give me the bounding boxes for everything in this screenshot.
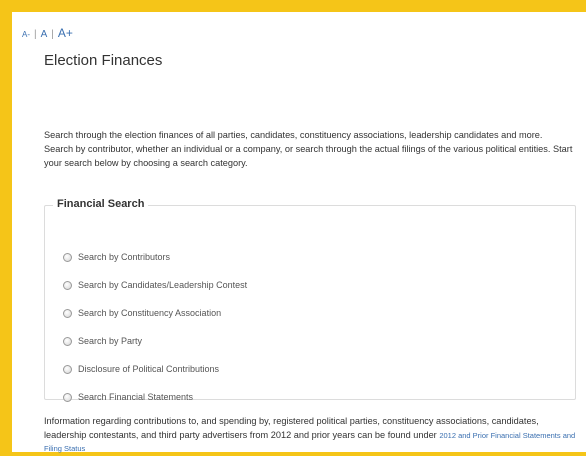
radio-icon[interactable] bbox=[63, 392, 72, 402]
footer-paragraph: Information regarding contributions to, … bbox=[44, 415, 576, 456]
option-label: Search by Contributors bbox=[78, 252, 171, 262]
option-search-by-party[interactable]: Search by Party bbox=[63, 336, 142, 346]
text-size-controls: A- | A | A+ bbox=[22, 26, 73, 40]
radio-icon[interactable] bbox=[63, 280, 72, 290]
radio-icon[interactable] bbox=[63, 252, 72, 262]
option-search-financial-statements[interactable]: Search Financial Statements bbox=[63, 392, 193, 402]
option-search-by-contributors[interactable]: Search by Contributors bbox=[63, 252, 170, 262]
option-label: Search by Candidates/Leadership Contest bbox=[78, 280, 248, 290]
text-size-decrease-link[interactable]: A- bbox=[22, 30, 30, 39]
page-title: Election Finances bbox=[44, 52, 163, 69]
option-search-by-candidates[interactable]: Search by Candidates/Leadership Contest bbox=[63, 280, 247, 290]
financial-search-legend: Financial Search bbox=[53, 198, 149, 210]
option-search-by-constituency-association[interactable]: Search by Constituency Association bbox=[63, 308, 221, 318]
radio-icon[interactable] bbox=[63, 308, 72, 318]
text-size-separator: | bbox=[51, 29, 54, 40]
radio-icon[interactable] bbox=[63, 364, 72, 374]
financial-search-fieldset: Financial Search Search by Contributors … bbox=[44, 198, 576, 402]
text-size-increase-link[interactable]: A+ bbox=[58, 26, 73, 40]
option-label: Search Financial Statements bbox=[78, 392, 194, 402]
option-disclosure-of-political-contributions[interactable]: Disclosure of Political Contributions bbox=[63, 364, 219, 374]
option-label: Search by Party bbox=[78, 336, 143, 346]
radio-icon[interactable] bbox=[63, 336, 72, 346]
option-label: Search by Constituency Association bbox=[78, 308, 222, 318]
text-size-normal-link[interactable]: A bbox=[41, 29, 48, 40]
option-label: Disclosure of Political Contributions bbox=[78, 364, 220, 374]
intro-paragraph: Search through the election finances of … bbox=[44, 130, 573, 168]
text-size-separator: | bbox=[34, 29, 37, 40]
content-panel: A- | A | A+ Election Finances Search through… bbox=[12, 12, 586, 453]
